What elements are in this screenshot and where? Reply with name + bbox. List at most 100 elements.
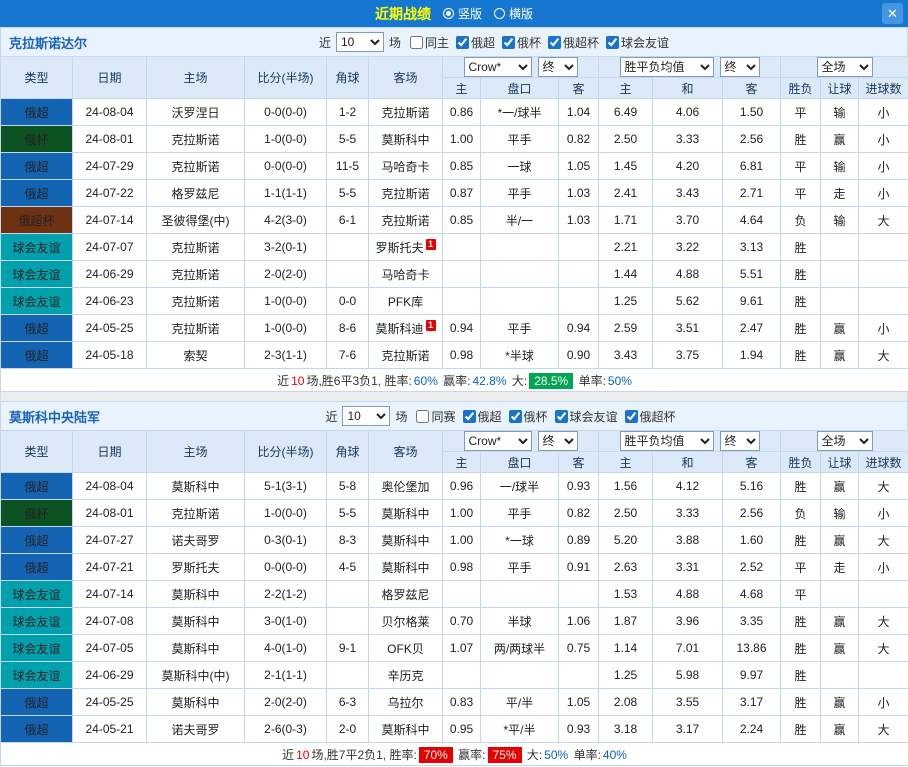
- league-cell: 球会友谊: [1, 662, 73, 689]
- date-cell: 24-07-29: [73, 153, 147, 180]
- league-filter-2[interactable]: 俄杯: [502, 34, 541, 51]
- avg-away-cell: 2.47: [723, 315, 781, 342]
- corner-cell: 7-6: [327, 342, 369, 369]
- column-header: 日期: [73, 57, 147, 99]
- home-team-cell: 索契: [147, 342, 245, 369]
- home-team-cell: 罗斯托夫: [147, 554, 245, 581]
- league-filter-1-label: 俄超: [471, 34, 495, 51]
- league-filter-3-box[interactable]: [548, 36, 561, 49]
- sections-container: 克拉斯诺达尔近10场同主俄超俄杯俄超杯球会友谊类型日期主场比分(半场)角球客场C…: [0, 27, 908, 766]
- date-cell: 24-06-23: [73, 288, 147, 315]
- league-filter-1[interactable]: 俄超: [456, 34, 495, 51]
- same-filter[interactable]: 同主: [410, 34, 449, 51]
- same-filter-box[interactable]: [410, 36, 423, 49]
- recent-count-select[interactable]: 10: [336, 32, 384, 52]
- score-cell: 1-0(0-0): [245, 315, 327, 342]
- layout-vertical-radio[interactable]: 竖版: [443, 5, 482, 22]
- league-filter-3[interactable]: 俄超杯: [548, 34, 599, 51]
- away-team-cell: 马哈奇卡: [369, 153, 443, 180]
- result-cell: 胜: [781, 126, 821, 153]
- league-filter-3[interactable]: 球会友谊: [555, 408, 618, 425]
- scope-select[interactable]: 全场: [817, 57, 873, 77]
- goals-result-cell: 小: [859, 500, 908, 527]
- summary-segment: 场,胜7平2负1, 胜率:: [311, 748, 416, 762]
- subcolumn-header: 盘口: [481, 452, 559, 473]
- home-team-cell: 诺夫哥罗: [147, 527, 245, 554]
- away-water-cell: [559, 234, 599, 261]
- home-water-cell: 0.86: [443, 99, 481, 126]
- scope-select[interactable]: 全场: [817, 431, 873, 451]
- away-team-cell: 乌拉尔: [369, 689, 443, 716]
- same-filter-label: 同主: [425, 34, 449, 51]
- away-team-cell: PFK库: [369, 288, 443, 315]
- avg-draw-cell: 3.17: [653, 716, 723, 743]
- match-row: 俄超24-05-21诺夫哥罗2-6(0-3)2-0莫斯科中0.95*平/半0.9…: [1, 716, 908, 743]
- handicap-result-cell: [821, 581, 859, 608]
- handicap-result-cell: 输: [821, 153, 859, 180]
- same-filter-box[interactable]: [416, 410, 429, 423]
- date-cell: 24-08-04: [73, 473, 147, 500]
- home-team-cell: 莫斯科中: [147, 635, 245, 662]
- result-cell: 胜: [781, 288, 821, 315]
- handicap-result-cell: 赢: [821, 315, 859, 342]
- recent-count-select[interactable]: 10: [342, 406, 390, 426]
- avg-away-cell: 2.56: [723, 500, 781, 527]
- away-team-cell: 莫斯科迪1: [369, 315, 443, 342]
- league-cell: 球会友谊: [1, 608, 73, 635]
- odds-company-select[interactable]: Crow*: [464, 57, 532, 77]
- column-header: 客场: [369, 431, 443, 473]
- league-filter-1-box[interactable]: [463, 410, 476, 423]
- league-filter-1-box[interactable]: [456, 36, 469, 49]
- avg-type-select[interactable]: 胜平负均值: [620, 57, 714, 77]
- summary-segment: 场,胜6平3负1, 胜率:: [306, 374, 411, 388]
- odds-company-select[interactable]: Crow*: [464, 431, 532, 451]
- avg-final-select[interactable]: 终: [720, 57, 760, 77]
- league-filter-2[interactable]: 俄杯: [509, 408, 548, 425]
- league-cell: 俄超杯: [1, 207, 73, 234]
- league-filter-2-box[interactable]: [509, 410, 522, 423]
- team-section-2: 莫斯科中央陆军近10场同赛俄超俄杯球会友谊俄超杯类型日期主场比分(半场)角球客场…: [0, 401, 908, 766]
- avg-away-cell: 4.64: [723, 207, 781, 234]
- date-cell: 24-07-14: [73, 581, 147, 608]
- avg-away-cell: 9.61: [723, 288, 781, 315]
- league-filter-3-label: 球会友谊: [570, 408, 618, 425]
- layout-horizontal-radio[interactable]: 横版: [494, 5, 533, 22]
- home-water-cell: 0.98: [443, 554, 481, 581]
- league-filter-2-label: 俄杯: [524, 408, 548, 425]
- league-filter-3-box[interactable]: [555, 410, 568, 423]
- summary-segment: 50%: [608, 374, 632, 388]
- avg-away-cell: 1.60: [723, 527, 781, 554]
- league-filter-1[interactable]: 俄超: [463, 408, 502, 425]
- goals-result-cell: 小: [859, 153, 908, 180]
- same-filter-label: 同赛: [431, 408, 455, 425]
- close-button[interactable]: ✕: [882, 3, 903, 24]
- away-water-cell: 0.89: [559, 527, 599, 554]
- league-filter-4[interactable]: 球会友谊: [606, 34, 669, 51]
- column-header: 客场: [369, 57, 443, 99]
- home-water-cell: [443, 662, 481, 689]
- odds-final-select[interactable]: 终: [538, 57, 578, 77]
- games-label: 场: [389, 34, 401, 51]
- match-row: 球会友谊24-06-29克拉斯诺2-0(2-0)马哈奇卡1.444.885.51…: [1, 261, 908, 288]
- avg-draw-cell: 3.33: [653, 126, 723, 153]
- same-filter[interactable]: 同赛: [416, 408, 455, 425]
- goals-result-cell: [859, 662, 908, 689]
- league-filter-4-box[interactable]: [606, 36, 619, 49]
- score-cell: 2-3(1-1): [245, 342, 327, 369]
- avg-final-select[interactable]: 终: [720, 431, 760, 451]
- column-header: 角球: [327, 57, 369, 99]
- corner-cell: 6-1: [327, 207, 369, 234]
- avg-type-select[interactable]: 胜平负均值: [620, 431, 714, 451]
- handicap-result-cell: 赢: [821, 527, 859, 554]
- league-filter-4-label: 球会友谊: [621, 34, 669, 51]
- league-filter-2-box[interactable]: [502, 36, 515, 49]
- result-cell: 胜: [781, 635, 821, 662]
- goals-result-cell: 大: [859, 473, 908, 500]
- goals-result-cell: 小: [859, 689, 908, 716]
- summary-cell: 近10场,胜6平3负1, 胜率:60% 赢率:42.8% 大:28.5% 单率:…: [1, 369, 908, 392]
- league-filter-4-box[interactable]: [625, 410, 638, 423]
- home-water-cell: [443, 234, 481, 261]
- odds-final-select[interactable]: 终: [538, 431, 578, 451]
- league-filter-4[interactable]: 俄超杯: [625, 408, 676, 425]
- league-cell: 俄超: [1, 315, 73, 342]
